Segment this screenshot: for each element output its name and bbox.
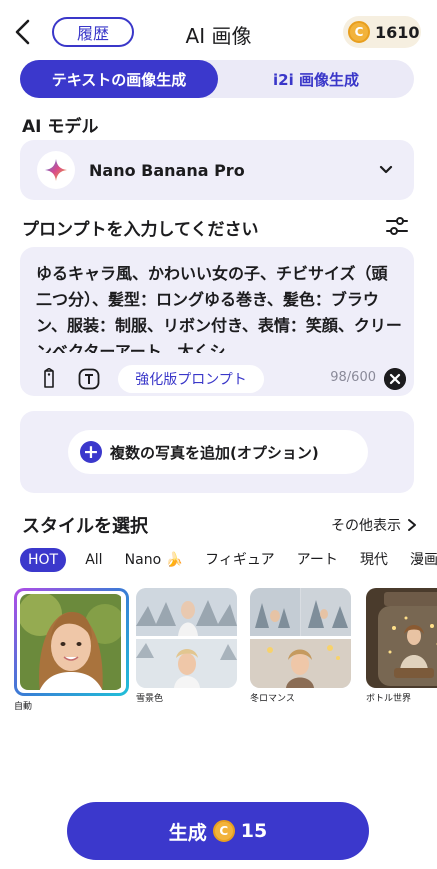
style-tab-art[interactable]: アート bbox=[297, 548, 338, 572]
add-photo-area: + 複数の写真を追加(オプション) bbox=[20, 411, 414, 493]
show-more-label: その他表示 bbox=[331, 518, 401, 534]
style-card-winter-romance[interactable]: 冬ロマンス bbox=[250, 588, 351, 704]
winter-romance-thumbnail bbox=[250, 588, 351, 688]
tab-image-to-image[interactable]: i2i 画像生成 bbox=[218, 60, 414, 98]
snow-scene-thumbnail bbox=[136, 588, 237, 688]
prompt-input-box[interactable]: ゆるキャラ風、かわいい女の子、チビサイズ（頭二つ分）、髪型：ロングゆる巻き、髪色… bbox=[20, 247, 414, 396]
coin-icon: C bbox=[348, 21, 370, 43]
model-logo-icon bbox=[37, 151, 75, 189]
credit-count: 1610 bbox=[375, 22, 420, 42]
model-name: Nano Banana Pro bbox=[89, 160, 245, 180]
style-tab-all[interactable]: All bbox=[85, 548, 102, 572]
style-name: 雪景色 bbox=[136, 694, 164, 704]
style-name: ボトル世界 bbox=[366, 694, 412, 704]
tag-icon[interactable] bbox=[38, 368, 60, 390]
prompt-text[interactable]: ゆるキャラ風、かわいい女の子、チビサイズ（頭二つ分）、髪型：ロングゆる巻き、髪色… bbox=[36, 261, 402, 353]
credit-balance[interactable]: C 1610 bbox=[343, 16, 421, 48]
add-photos-label: 複数の写真を追加(オプション) bbox=[110, 443, 319, 462]
model-section-label: AI モデル bbox=[22, 117, 99, 137]
style-tab-nano[interactable]: Nano 🍌 bbox=[125, 548, 183, 572]
show-more-link[interactable]: その他表示 bbox=[331, 515, 417, 535]
coin-icon: C bbox=[212, 820, 235, 842]
style-card-auto[interactable]: 自動 bbox=[14, 588, 123, 712]
style-tab-modern[interactable]: 現代 bbox=[360, 548, 388, 572]
text-format-icon[interactable] bbox=[78, 368, 100, 390]
header: 履歴 AI 画像 C 1610 bbox=[0, 0, 437, 60]
style-thumbnail bbox=[250, 588, 351, 688]
generate-label: 生成 bbox=[168, 821, 207, 844]
back-arrow-icon[interactable] bbox=[12, 18, 36, 46]
style-section-title: スタイルを選択 bbox=[22, 516, 148, 537]
chevron-right-icon bbox=[408, 519, 416, 531]
model-selector[interactable]: Nano Banana Pro bbox=[20, 140, 414, 200]
sliders-icon[interactable] bbox=[385, 214, 409, 238]
style-tab-hot[interactable]: HOT bbox=[20, 548, 67, 572]
bottle-world-thumbnail bbox=[366, 588, 437, 688]
style-carousel: 自動 雪景色 冬ロマンス ボトル世界 bbox=[14, 588, 437, 718]
style-thumbnail bbox=[136, 588, 237, 688]
style-name: 冬ロマンス bbox=[250, 694, 295, 704]
style-tab-figure[interactable]: フィギュア bbox=[205, 548, 274, 572]
add-photos-button[interactable]: + 複数の写真を追加(オプション) bbox=[68, 430, 368, 474]
style-card-bottle-world[interactable]: ボトル世界 bbox=[366, 588, 437, 704]
tab-text-to-image[interactable]: テキストの画像生成 bbox=[20, 60, 218, 98]
generate-button[interactable]: 生成 C 15 bbox=[67, 802, 369, 860]
char-count: 98/600 bbox=[330, 370, 376, 385]
clear-icon[interactable] bbox=[384, 368, 406, 390]
enhance-prompt-button[interactable]: 強化版プロンプト bbox=[118, 365, 264, 393]
style-name: 自動 bbox=[14, 702, 33, 712]
prompt-section-label: プロンプトを入力してください bbox=[22, 220, 259, 240]
mode-tabs: テキストの画像生成 i2i 画像生成 bbox=[20, 60, 414, 98]
chevron-down-icon bbox=[379, 165, 393, 174]
style-thumbnail bbox=[366, 588, 437, 688]
plus-icon: + bbox=[80, 441, 102, 463]
generate-cost: 15 bbox=[240, 820, 268, 842]
style-category-tabs: HOT All Nano 🍌 フィギュア アート 現代 漫画 bbox=[20, 548, 437, 574]
style-thumbnail bbox=[14, 588, 129, 696]
style-tab-manga[interactable]: 漫画 bbox=[410, 548, 437, 572]
portrait-thumbnail bbox=[20, 594, 123, 690]
style-card-snow[interactable]: 雪景色 bbox=[136, 588, 237, 704]
prompt-toolbar: 強化版プロンプト 98/600 bbox=[20, 365, 414, 393]
history-button[interactable]: 履歴 bbox=[52, 17, 134, 47]
